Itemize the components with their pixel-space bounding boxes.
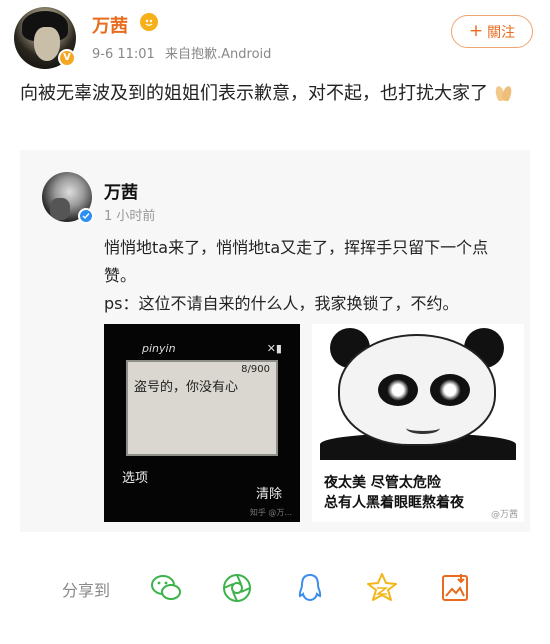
- repost-text-line2: ps：这位不请自来的什么人，我家换锁了，不约。: [104, 294, 459, 313]
- phone-watermark: 知乎 @万...: [249, 508, 292, 517]
- phone-status-bar: pinyin ✕▮: [142, 342, 284, 360]
- phone-input-mode: pinyin: [142, 342, 176, 355]
- wechat-icon[interactable]: [148, 570, 184, 606]
- phone-right-softkey: 清除: [255, 487, 282, 502]
- repost-text-line1: 悄悄地ta来了，悄悄地ta又走了，挥挥手只留下一个点赞。: [104, 238, 489, 285]
- follow-label: 關注: [487, 24, 516, 41]
- moments-icon[interactable]: [219, 570, 255, 606]
- source-prefix: 来自: [164, 47, 191, 62]
- avatar-hand: [50, 198, 70, 220]
- share-bar: 分享到: [0, 560, 550, 616]
- phone-left-softkey: 选项: [122, 471, 149, 486]
- verified-badge-icon: V: [58, 49, 76, 67]
- repost-card[interactable]: 万茜 1 小时前 悄悄地ta来了，悄悄地ta又走了，挥挥手只留下一个点赞。 ps…: [20, 150, 530, 532]
- repost-username[interactable]: 万茜: [104, 178, 138, 203]
- repost-text: 悄悄地ta来了，悄悄地ta又走了，挥挥手只留下一个点赞。 ps：这位不请自来的什…: [104, 234, 514, 318]
- verified-blue-icon: [78, 208, 94, 224]
- post-time: 9-6 11:01: [92, 47, 155, 62]
- meme-watermark: @万茜: [490, 510, 518, 520]
- repost-time: 1 小时前: [104, 209, 156, 224]
- plus-icon: +: [468, 21, 484, 41]
- username[interactable]: 万茜: [92, 12, 128, 38]
- phone-message: 盗号的，你没有心: [134, 380, 239, 395]
- share-label: 分享到: [62, 581, 111, 600]
- post-text: 向被无辜波及到的姐姐们表示歉意，对不起，也打扰大家了: [20, 78, 530, 109]
- phone-screenshot-image[interactable]: pinyin ✕▮ 8/900 盗号的，你没有心 选项 清除 知乎 @万...: [104, 324, 300, 522]
- follow-button[interactable]: + 關注: [451, 15, 533, 48]
- phone-signal-icon: ✕▮: [266, 342, 282, 355]
- qzone-icon[interactable]: [364, 570, 400, 606]
- post-body: 向被无辜波及到的姐姐们表示歉意，对不起，也打扰大家了: [20, 83, 488, 104]
- post-meta: 9-6 11:01 来自抱歉.Android: [92, 43, 271, 62]
- phone-char-counter: 8/900: [241, 364, 270, 375]
- meme-caption-line2: 总有人黑着眼眶熬着夜: [324, 495, 464, 511]
- qq-icon[interactable]: [292, 570, 328, 606]
- panda-meme-image[interactable]: 夜太美 尽管太危险 总有人黑着眼眶熬着夜 @万茜: [312, 324, 524, 522]
- panda-mouth: [406, 422, 440, 434]
- avatar-face: [34, 27, 60, 61]
- post-source[interactable]: 抱歉.Android: [191, 47, 271, 62]
- meme-caption-line1: 夜太美 尽管太危险: [324, 475, 441, 491]
- clap-icon: [494, 84, 514, 102]
- panda-eye-right: [430, 374, 470, 406]
- phone-screen: 8/900 盗号的，你没有心: [126, 360, 278, 456]
- save-image-icon[interactable]: [437, 570, 473, 606]
- crown-smile-icon: [140, 13, 158, 31]
- panda-eye-left: [378, 374, 418, 406]
